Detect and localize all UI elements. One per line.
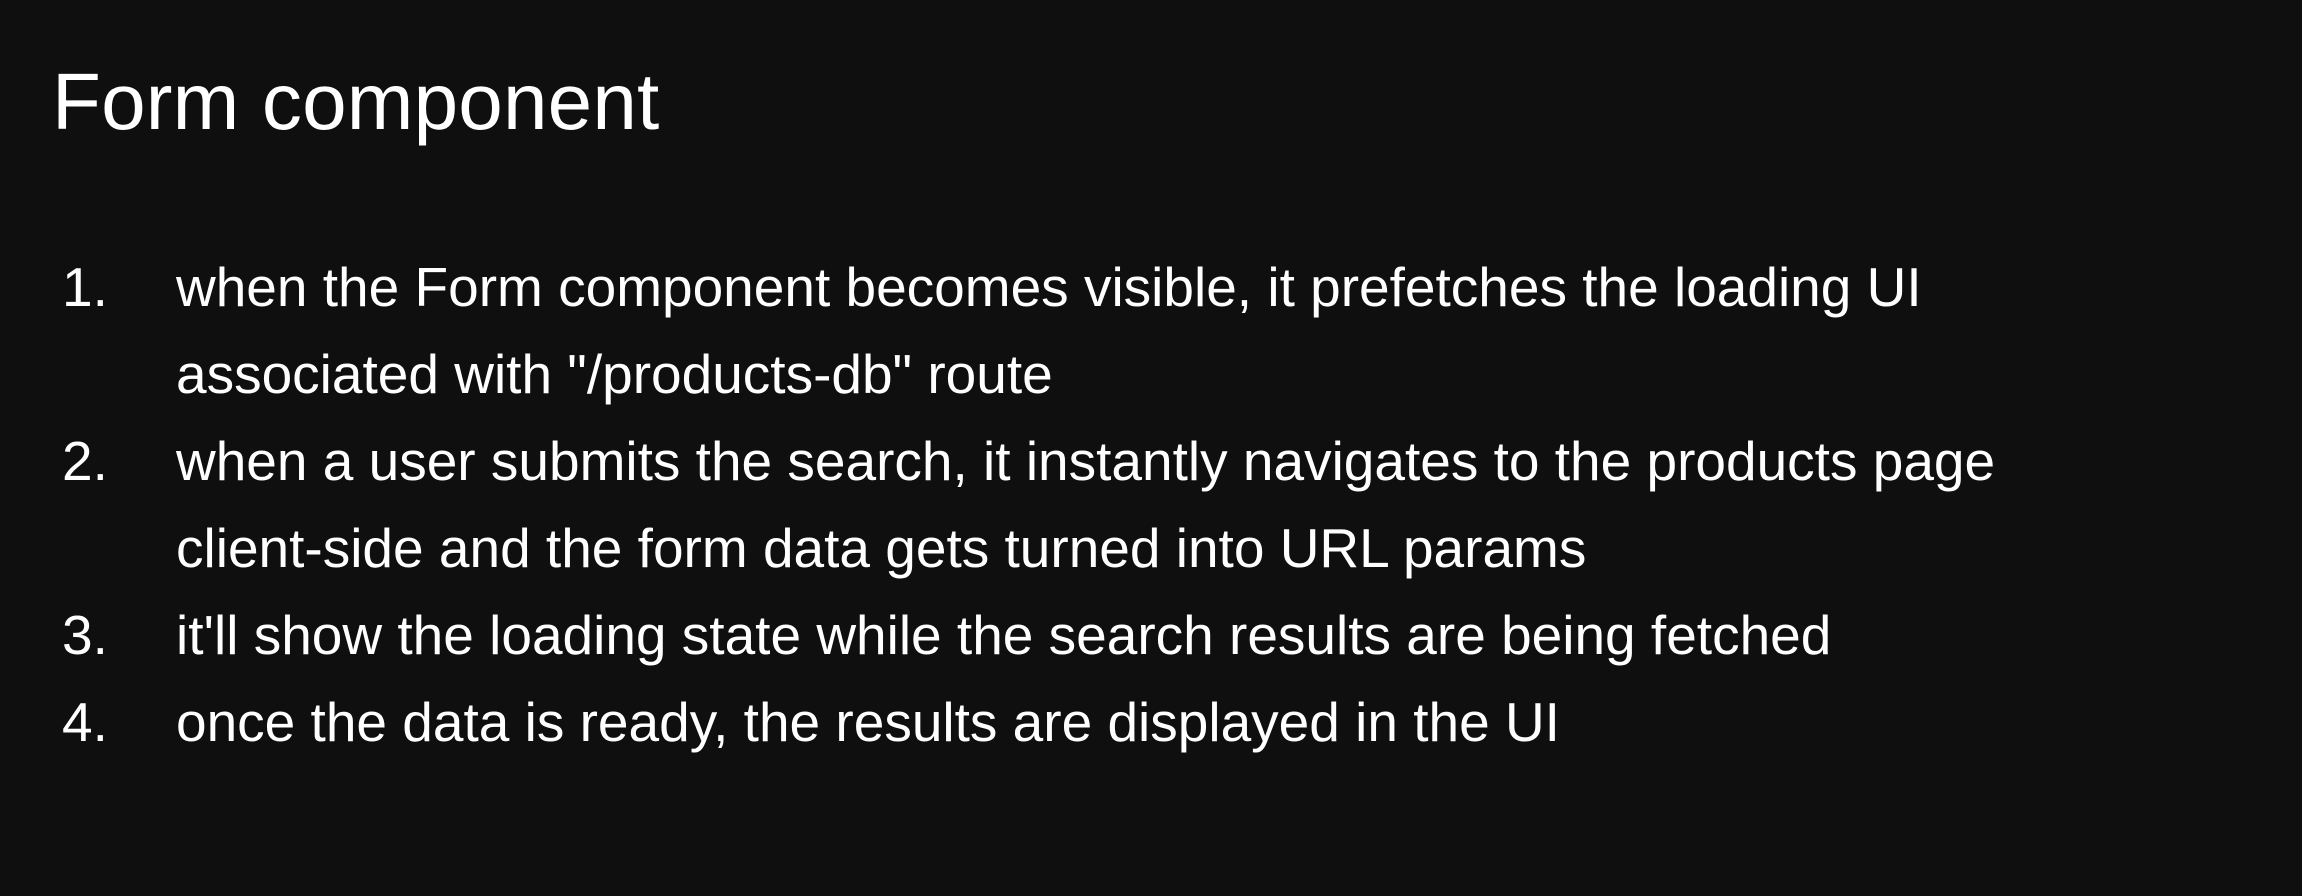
step-line: once the data is ready, the results are … — [176, 691, 1560, 753]
step-number: 3. — [62, 604, 108, 666]
step-number: 2. — [62, 430, 108, 492]
step-1: 1. when the Form component becomes visib… — [0, 244, 1995, 418]
step-4: 4. once the data is ready, the results a… — [0, 679, 1995, 766]
step-line: it'll show the loading state while the s… — [176, 604, 1832, 666]
step-3: 3. it'll show the loading state while th… — [0, 592, 1995, 679]
slide: Form component 1. when the Form componen… — [0, 0, 2302, 896]
step-line: associated with "/products-db" route — [176, 343, 1053, 405]
step-line: when the Form component becomes visible,… — [176, 256, 1922, 318]
step-line: client-side and the form data gets turne… — [176, 517, 1587, 579]
step-line: when a user submits the search, it insta… — [176, 430, 1996, 492]
step-number: 1. — [62, 256, 108, 318]
steps-list: 1. when the Form component becomes visib… — [0, 244, 1995, 766]
step-2: 2. when a user submits the search, it in… — [0, 418, 1995, 592]
slide-title: Form component — [52, 57, 660, 146]
step-number: 4. — [62, 691, 108, 753]
